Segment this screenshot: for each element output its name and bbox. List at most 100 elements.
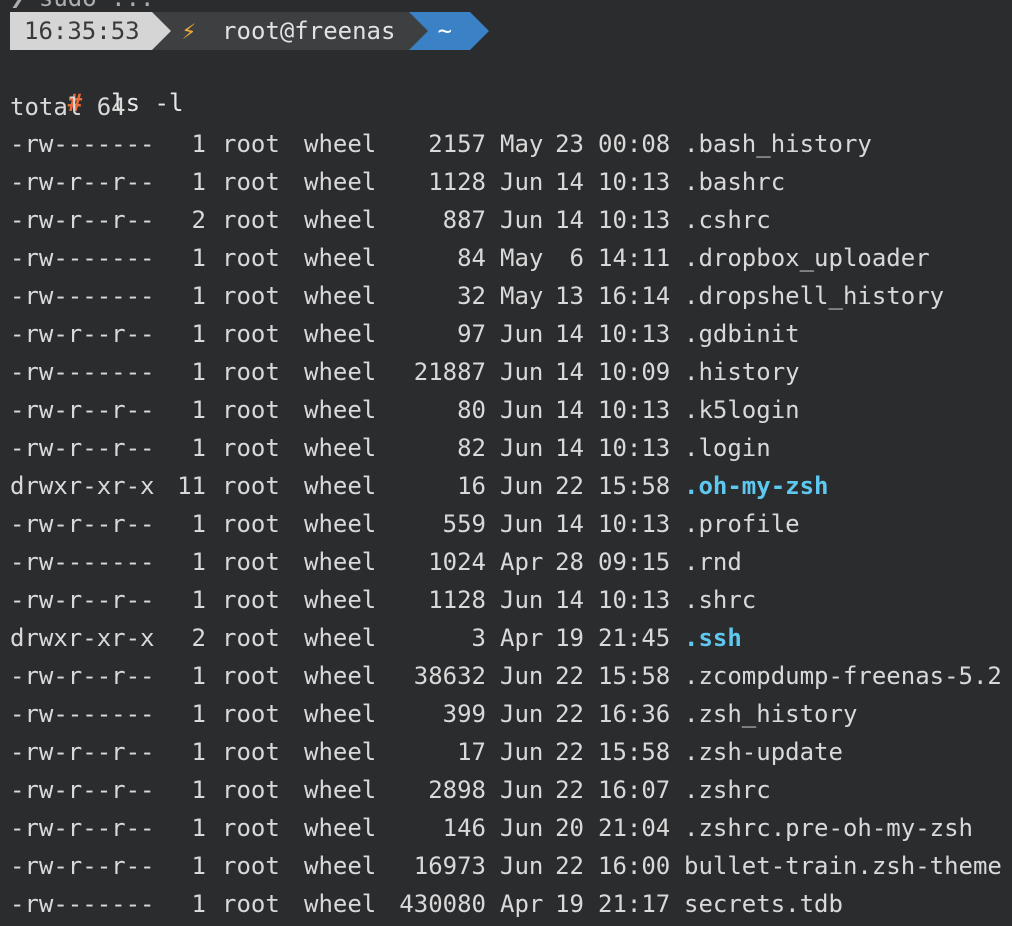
prompt-time-segment: 16:35:53 [10,12,171,50]
modified-month: Jun [500,206,544,234]
modified-day: 19 [555,890,584,918]
group: wheel [304,320,377,348]
modified-month: Jun [500,738,544,766]
modified-month: Jun [500,510,544,538]
file-name: .zsh_history [684,700,858,728]
modified-day: 28 [555,548,584,576]
owner: root [222,624,280,652]
link-count: 1 [191,890,206,918]
segment-separator-arrow [409,12,429,50]
modified-month: Jun [500,852,544,880]
listing-row: drwxr-xr-x 2 root wheel 3 Apr 19 21:45 .ssh [0,622,1012,660]
group: wheel [304,662,377,690]
listing-row: -rw------- 1 root wheel 430080 Apr 19 21:17 secr… [0,888,1012,926]
owner: root [222,852,280,880]
file-name: .zshrc [684,776,771,804]
link-count: 1 [191,548,206,576]
owner: root [222,890,280,918]
file-size: 559 [442,510,486,538]
group: wheel [304,358,377,386]
owner: root [222,814,280,842]
file-name: .shrc [684,586,757,614]
modified-time: 21:45 [598,624,671,652]
modified-time: 10:09 [598,358,671,386]
modified-month: Jun [500,168,544,196]
prompt-context: root@freenas [222,17,396,45]
modified-month: Jun [500,776,544,804]
listing-row: -rw-r--r-- 2 root wheel 887 Jun 14 10:13 .cshrc [0,204,1012,242]
file-size: 146 [442,814,486,842]
owner: root [222,662,280,690]
modified-day: 22 [555,738,584,766]
group: wheel [304,700,377,728]
link-count: 1 [191,776,206,804]
link-count: 1 [191,130,206,158]
modified-time: 21:17 [598,890,671,918]
file-name: .bash_history [684,130,872,158]
modified-day: 14 [555,434,584,462]
owner: root [222,206,280,234]
listing-row: -rw------- 1 root wheel 21887 Jun 14 10:09 .hist… [0,356,1012,394]
group: wheel [304,738,377,766]
file-size: 399 [442,700,486,728]
prompt-bar: 16:35:53 ⚡ root@freenas ~ [10,12,489,50]
permissions: -rw------- [10,890,155,918]
command-line[interactable]: # ls -l [10,52,184,117]
permissions: -rw-r--r-- [10,168,155,196]
link-count: 1 [191,814,206,842]
modified-time: 10:13 [598,586,671,614]
permissions: -rw------- [10,548,155,576]
file-name: .gdbinit [684,320,800,348]
prompt-time: 16:35:53 [24,17,140,45]
file-size: 3 [471,624,486,652]
prompt-directory: ~ [437,17,452,45]
segment-separator-arrow [151,12,171,50]
file-size: 17 [457,738,486,766]
owner: root [222,738,280,766]
terminal-window[interactable]: ❯ sudo ... 16:35:53 ⚡ root@freenas ~ # l… [0,0,1012,924]
modified-month: Jun [500,700,544,728]
modified-day: 22 [555,700,584,728]
listing-row: -rw------- 1 root wheel 84 May 6 14:11 .dropbox_… [0,242,1012,280]
listing-row: -rw-r--r-- 1 root wheel 1128 Jun 14 10:13 .bashr… [0,166,1012,204]
file-name: .dropshell_history [684,282,945,310]
group: wheel [304,434,377,462]
modified-month: May [500,130,544,158]
modified-time: 15:58 [598,662,671,690]
permissions: -rw------- [10,700,155,728]
total-line: total 64 [10,93,126,121]
permissions: -rw-r--r-- [10,814,155,842]
group: wheel [304,624,377,652]
link-count: 1 [191,434,206,462]
permissions: -rw-r--r-- [10,586,155,614]
listing-row: -rw-r--r-- 1 root wheel 146 Jun 20 21:04 .zshrc.… [0,812,1012,850]
modified-time: 14:11 [598,244,671,272]
link-count: 1 [191,244,206,272]
permissions: -rw-r--r-- [10,852,155,880]
owner: root [222,130,280,158]
listing-row: drwxr-xr-x 11 root wheel 16 Jun 22 15:58 .oh-my-… [0,470,1012,508]
listing-row: -rw-r--r-- 1 root wheel 82 Jun 14 10:13 .login [0,432,1012,470]
modified-time: 16:07 [598,776,671,804]
permissions: drwxr-xr-x [10,624,155,652]
file-size: 430080 [399,890,486,918]
file-name: bullet-train.zsh-theme [684,852,1002,880]
modified-day: 14 [555,396,584,424]
modified-month: Jun [500,358,544,386]
link-count: 1 [191,852,206,880]
link-count: 2 [191,206,206,234]
modified-month: Jun [500,472,544,500]
file-size: 2898 [428,776,486,804]
group: wheel [304,130,377,158]
file-name: .zshrc.pre-oh-my-zsh [684,814,973,842]
modified-day: 22 [555,776,584,804]
file-name: .cshrc [684,206,771,234]
file-size: 887 [442,206,486,234]
listing-row: -rw-r--r-- 1 root wheel 16973 Jun 22 16:00 bulle… [0,850,1012,888]
modified-month: Apr [500,624,544,652]
listing-row: -rw-r--r-- 1 root wheel 1128 Jun 14 10:13 .shrc [0,584,1012,622]
listing-row: -rw-r--r-- 1 root wheel 80 Jun 14 10:13 .k5login [0,394,1012,432]
file-size: 32 [457,282,486,310]
permissions: -rw-r--r-- [10,776,155,804]
modified-month: Jun [500,814,544,842]
